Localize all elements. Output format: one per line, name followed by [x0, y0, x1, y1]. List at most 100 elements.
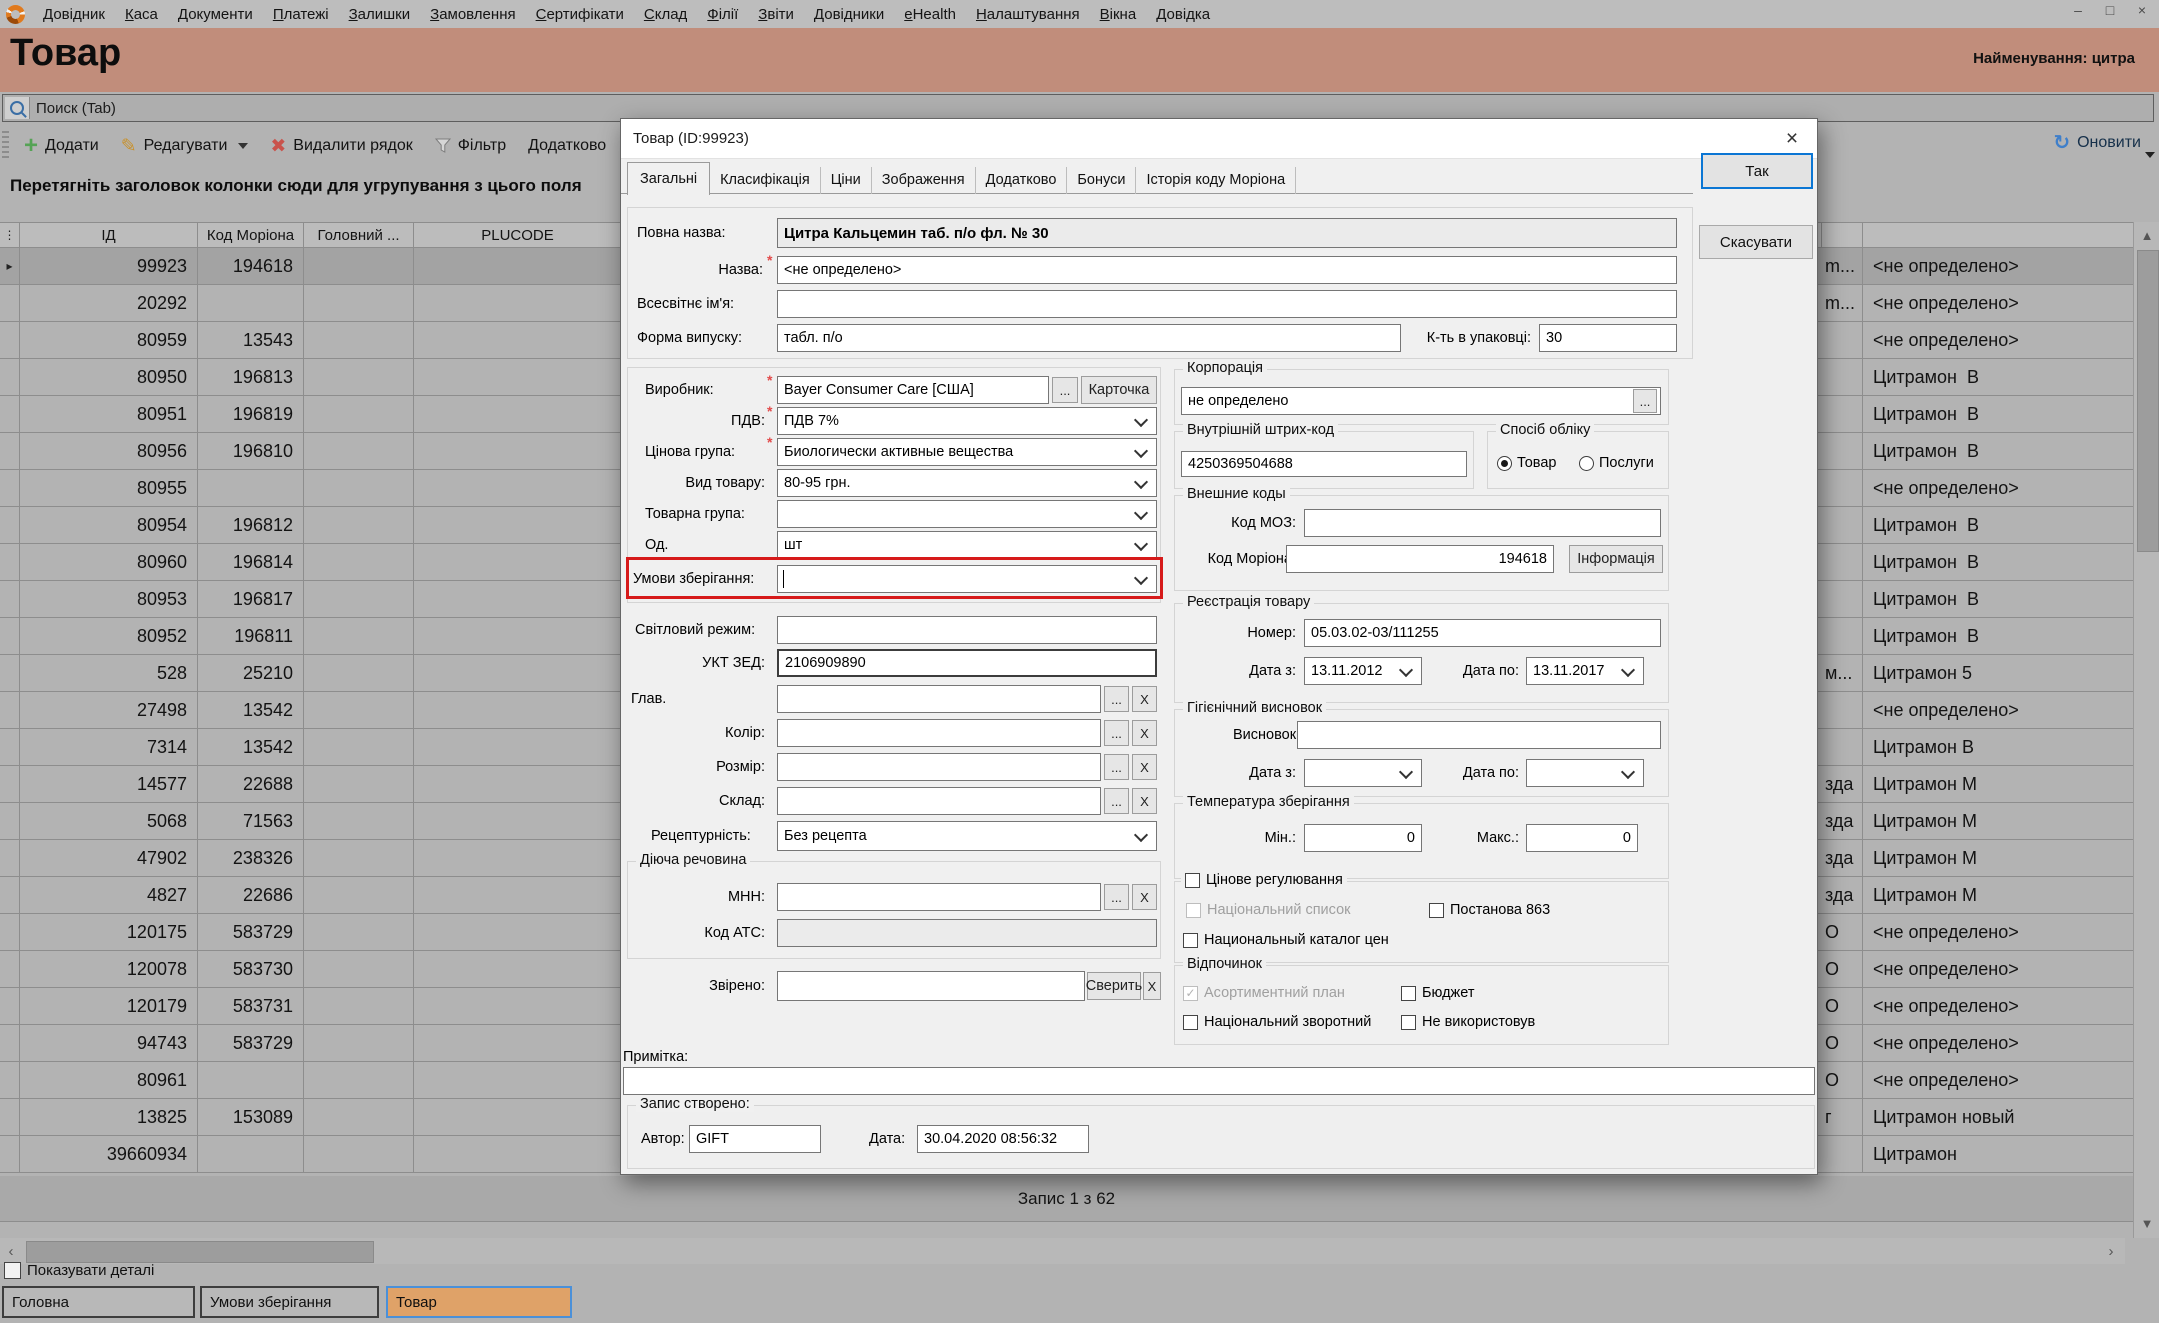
- composition-more-button[interactable]: ...: [1104, 788, 1129, 814]
- refresh-dropdown-icon[interactable]: [2145, 152, 2155, 158]
- scroll-left-icon[interactable]: ‹: [0, 1240, 22, 1262]
- name-field[interactable]: <не определено>: [777, 256, 1677, 284]
- dialog-checkbox[interactable]: Бюджет: [1401, 985, 1541, 1001]
- header-id[interactable]: ІД: [20, 222, 198, 248]
- color-clear-button[interactable]: X: [1132, 720, 1157, 746]
- scroll-up-icon[interactable]: ▲: [2136, 224, 2158, 246]
- refresh-button[interactable]: ↻ Оновити: [2053, 130, 2141, 155]
- cancel-button[interactable]: Скасувати: [1699, 225, 1813, 259]
- corporation-field[interactable]: не определено: [1181, 387, 1661, 415]
- color-field[interactable]: [777, 719, 1101, 747]
- menu-item[interactable]: Сертифікати: [526, 3, 634, 26]
- temp-max-field[interactable]: 0: [1526, 824, 1638, 852]
- reg-date-from-select[interactable]: 13.11.2012: [1304, 657, 1422, 685]
- verified-clear-button[interactable]: X: [1143, 972, 1161, 1000]
- window-tab[interactable]: Товар: [386, 1286, 572, 1318]
- menu-item[interactable]: Філії: [697, 3, 748, 26]
- manufacturer-field[interactable]: Bayer Consumer Care [США]: [777, 376, 1049, 404]
- vat-select[interactable]: ПДВ 7%: [777, 407, 1157, 435]
- show-details-checkbox[interactable]: Показувати деталі: [4, 1262, 154, 1279]
- menu-item[interactable]: Залишки: [339, 3, 421, 26]
- barcode-field[interactable]: 4250369504688: [1181, 451, 1467, 477]
- header-golovnyi[interactable]: Головний ...: [304, 222, 414, 248]
- moz-code-field[interactable]: [1304, 509, 1661, 537]
- dialog-checkbox[interactable]: Не використовув: [1401, 1014, 1646, 1030]
- corporation-more-button[interactable]: ...: [1633, 389, 1657, 413]
- edit-button[interactable]: ✎Редагувати: [110, 135, 260, 158]
- dialog-tab[interactable]: Додатково: [976, 167, 1068, 194]
- restore-button[interactable]: □: [2101, 2, 2119, 18]
- close-button[interactable]: ×: [2133, 2, 2151, 18]
- dialog-close-icon[interactable]: ×: [1775, 125, 1809, 153]
- size-clear-button[interactable]: X: [1132, 754, 1157, 780]
- dialog-tab[interactable]: Класифікація: [710, 167, 821, 194]
- conclusion-field[interactable]: [1297, 721, 1661, 749]
- menu-item[interactable]: Налаштування: [966, 3, 1090, 26]
- dialog-tab[interactable]: Загальні: [627, 162, 710, 195]
- storage-select[interactable]: [777, 565, 1157, 593]
- ukt-zed-field[interactable]: 2106909890: [777, 649, 1157, 677]
- inn-field[interactable]: [777, 883, 1101, 911]
- dialog-checkbox[interactable]: Національний зворотний: [1183, 1014, 1395, 1030]
- ok-button[interactable]: Так: [1701, 153, 1813, 189]
- info-button[interactable]: Інформація: [1569, 545, 1663, 573]
- light-mode-field[interactable]: [777, 616, 1157, 644]
- manufacturer-card-button[interactable]: Карточка: [1081, 376, 1157, 404]
- menu-item[interactable]: Довідники: [804, 3, 894, 26]
- menu-item[interactable]: Замовлення: [420, 3, 525, 26]
- manufacturer-more-button[interactable]: ...: [1052, 377, 1078, 403]
- verify-button[interactable]: Сверить: [1087, 972, 1141, 1000]
- horizontal-scrollbar[interactable]: ‹ ›: [0, 1238, 2125, 1264]
- menu-item[interactable]: Довідка: [1146, 3, 1220, 26]
- inn-clear-button[interactable]: X: [1132, 884, 1157, 910]
- verified-field[interactable]: [777, 971, 1085, 1001]
- world-name-field[interactable]: [777, 290, 1677, 318]
- window-tab[interactable]: Головна: [2, 1286, 195, 1318]
- horizontal-scroll-thumb[interactable]: [26, 1241, 374, 1263]
- menu-item[interactable]: Склад: [634, 3, 697, 26]
- menu-item[interactable]: eHealth: [894, 3, 966, 26]
- price-group-select[interactable]: Биологически активные вещества: [777, 438, 1157, 466]
- morion-code-field[interactable]: 194618: [1286, 545, 1554, 573]
- glav-more-button[interactable]: ...: [1104, 686, 1129, 712]
- more-button[interactable]: Додатково: [517, 137, 617, 155]
- price-regulation-checkbox[interactable]: Цінове регулювання: [1181, 872, 1347, 888]
- product-group-select[interactable]: [777, 500, 1157, 528]
- hyg-date-from-select[interactable]: [1304, 759, 1422, 787]
- dialog-tab[interactable]: Зображення: [872, 167, 976, 194]
- vertical-scrollbar[interactable]: ▲ ▼: [2133, 222, 2159, 1238]
- header-morion[interactable]: Код Моріона: [198, 222, 304, 248]
- glav-clear-button[interactable]: X: [1132, 686, 1157, 712]
- search-input[interactable]: Поиск (Tab): [30, 100, 116, 117]
- inn-more-button[interactable]: ...: [1104, 884, 1129, 910]
- composition-clear-button[interactable]: X: [1132, 788, 1157, 814]
- vertical-scroll-thumb[interactable]: [2137, 250, 2159, 552]
- temp-min-field[interactable]: 0: [1304, 824, 1422, 852]
- menu-item[interactable]: Звіти: [748, 3, 804, 26]
- release-form-field[interactable]: табл. п/о: [777, 324, 1401, 352]
- product-kind-select[interactable]: 80-95 грн.: [777, 469, 1157, 497]
- dialog-tab[interactable]: Історія коду Моріона: [1136, 167, 1296, 194]
- composition-field[interactable]: [777, 787, 1101, 815]
- prescription-select[interactable]: Без рецепта: [777, 821, 1157, 851]
- pack-qty-field[interactable]: 30: [1539, 324, 1677, 352]
- color-more-button[interactable]: ...: [1104, 720, 1129, 746]
- radio-tovar[interactable]: Товар: [1497, 455, 1556, 471]
- menu-item[interactable]: Документи: [168, 3, 263, 26]
- reg-number-field[interactable]: 05.03.02-03/111255: [1304, 619, 1661, 647]
- add-button[interactable]: +Додати: [13, 136, 110, 156]
- window-tab[interactable]: Умови зберігання: [200, 1286, 379, 1318]
- glav-field[interactable]: [777, 685, 1101, 713]
- radio-poslugy[interactable]: Послуги: [1579, 455, 1654, 471]
- scroll-right-icon[interactable]: ›: [2100, 1240, 2122, 1262]
- size-field[interactable]: [777, 753, 1101, 781]
- dialog-checkbox[interactable]: Національний список: [1186, 902, 1416, 918]
- size-more-button[interactable]: ...: [1104, 754, 1129, 780]
- filter-button[interactable]: Фільтр: [424, 137, 517, 155]
- dialog-checkbox[interactable]: Постанова 863: [1429, 902, 1609, 918]
- dialog-tab[interactable]: Бонуси: [1067, 167, 1136, 194]
- delete-row-button[interactable]: ✖Видалити рядок: [259, 135, 423, 158]
- minimize-button[interactable]: –: [2069, 2, 2087, 18]
- scroll-down-icon[interactable]: ▼: [2136, 1212, 2158, 1234]
- menu-item[interactable]: Каса: [115, 3, 168, 26]
